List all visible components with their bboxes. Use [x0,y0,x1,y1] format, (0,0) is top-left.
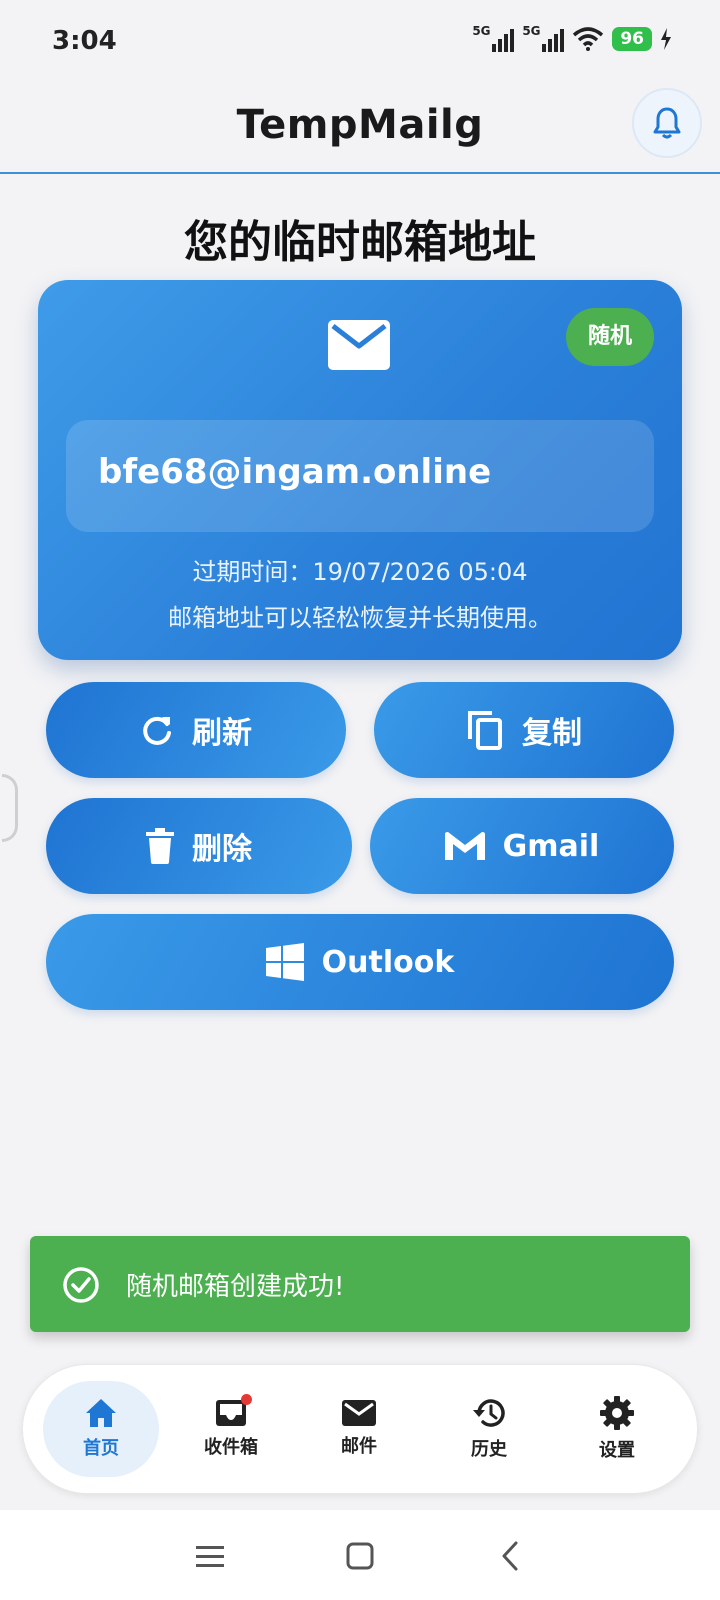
chevron-left-icon [502,1541,518,1571]
app-header: TempMailg [0,86,720,174]
wifi-icon [573,27,604,51]
copy-button[interactable]: 复制 [374,682,674,778]
email-card: 随机 bfe68@ingam.online 过期时间：19/07/2026 05… [38,280,682,660]
refresh-button[interactable]: 刷新 [46,682,346,778]
nav-item-inbox[interactable]: 收件箱 [173,1381,289,1477]
nav-item-settings[interactable]: 设置 [559,1381,675,1477]
delete-button[interactable]: 删除 [46,798,352,894]
refresh-icon [143,716,171,745]
network-type-label: 5G [522,24,541,38]
copy-icon [468,711,502,750]
copy-label: 复制 [522,716,582,751]
system-nav-bar [0,1510,720,1600]
home-icon [86,1399,116,1427]
home-system-button[interactable] [342,1538,378,1574]
outlook-button[interactable]: Outlook [46,914,674,1010]
nav-item-history[interactable]: 历史 [431,1381,547,1477]
recents-button[interactable] [192,1538,228,1574]
signal-icon: 5G [522,24,565,52]
outlook-label: Outlook [321,944,455,980]
history-icon [473,1399,505,1427]
app-title: TempMailg [236,102,484,148]
expiry-text: 过期时间：19/07/2026 05:04 [192,558,528,586]
random-badge: 随机 [565,308,654,366]
email-address-box[interactable]: bfe68@ingam.online [66,420,654,532]
recovery-note: 邮箱地址可以轻松恢复并长期使用。 [168,604,552,632]
square-icon [346,1542,374,1570]
bell-icon [653,107,681,139]
nav-label-mail: 邮件 [341,1436,377,1457]
gmail-button[interactable]: Gmail [370,798,674,894]
check-circle-icon [63,1267,99,1303]
nav-label-inbox: 收件箱 [204,1437,258,1458]
windows-icon [265,943,304,981]
status-icons: 5G 5G 96 [472,24,672,52]
nav-item-mail[interactable]: 邮件 [301,1381,417,1477]
nav-label-home: 首页 [83,1438,119,1459]
charging-icon [661,28,671,50]
email-address[interactable]: bfe68@ingam.online [98,452,491,492]
gear-icon [600,1396,634,1430]
nav-label-settings: 设置 [599,1440,635,1461]
bottom-nav: 首页 收件箱 邮件 历史 设置 [22,1364,698,1494]
status-time: 3:04 [52,26,117,56]
edge-panel-handle[interactable] [2,774,18,842]
notifications-button[interactable] [632,88,702,158]
unread-dot [241,1394,252,1405]
status-bar: 3:04 5G 5G 96 [0,0,720,86]
toast-message: 随机邮箱创建成功! [126,1272,345,1302]
menu-lines-icon [196,1546,224,1567]
trash-icon [146,828,174,864]
network-type-label: 5G [472,24,491,38]
back-button[interactable] [492,1538,528,1574]
success-toast: 随机邮箱创建成功! [30,1236,690,1332]
delete-label: 删除 [192,832,252,867]
envelope-icon [328,320,390,370]
battery-indicator: 96 [612,27,652,51]
mail-icon [342,1400,376,1426]
signal-icon: 5G [472,24,515,52]
inbox-icon-wrap [215,1394,252,1427]
section-title: 您的临时邮箱地址 [184,217,536,268]
gmail-label: Gmail [502,828,600,864]
gmail-icon [444,832,485,860]
nav-item-home[interactable]: 首页 [43,1381,159,1477]
nav-label-history: 历史 [471,1439,507,1460]
refresh-label: 刷新 [192,716,252,751]
